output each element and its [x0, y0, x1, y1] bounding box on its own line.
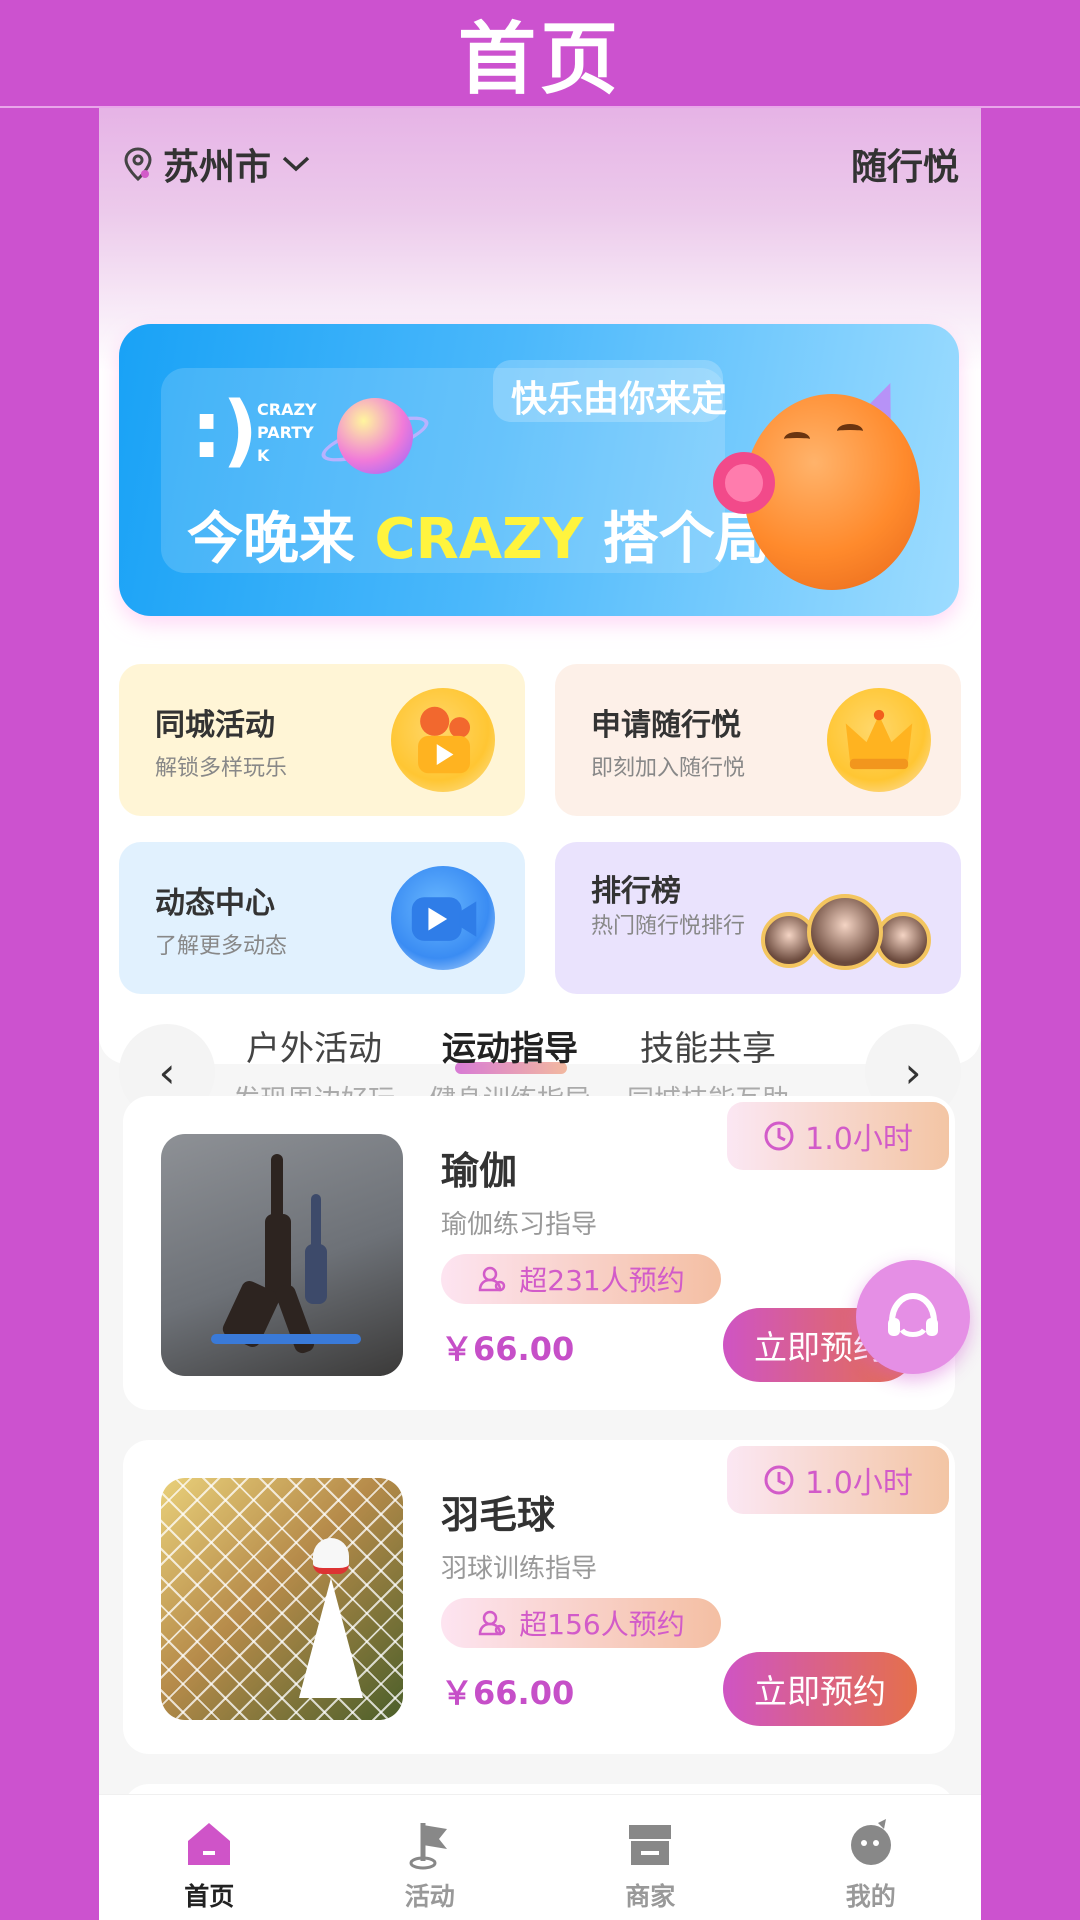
video-camera-icon	[391, 688, 495, 792]
book-now-button[interactable]: 立即预约	[723, 1652, 917, 1726]
item-price: ￥66.00	[441, 1674, 575, 1712]
city-selector[interactable]: 苏州市	[123, 138, 311, 190]
avatar	[875, 912, 931, 968]
chevron-down-icon	[282, 156, 310, 172]
profile-icon	[850, 1819, 891, 1865]
party-whistle-icon	[713, 452, 775, 514]
store-icon	[629, 1825, 672, 1865]
chevron-left-icon: ‹	[158, 1047, 176, 1097]
tab-profile[interactable]: 我的	[761, 1795, 982, 1920]
chevron-right-icon: ›	[904, 1047, 922, 1097]
item-title: 羽毛球	[441, 1493, 556, 1537]
list-item[interactable]: 1.0小时 瑜伽 瑜伽练习指导 超231人预约 ￥66.00 立即预约	[123, 1096, 955, 1410]
headset-icon	[888, 1292, 938, 1337]
bottom-tab-bar: 首页 活动 商家 我的	[99, 1794, 981, 1920]
user-icon	[479, 1610, 506, 1636]
card-apply-member[interactable]: 申请随行悦 即刻加入随行悦	[555, 664, 961, 816]
banner-small-text: CRAZY PARTY K	[257, 400, 317, 465]
item-subtitle: 瑜伽练习指导	[441, 1210, 598, 1240]
shuttlecock-icon	[313, 1538, 349, 1574]
duration-badge: 1.0小时	[727, 1446, 949, 1514]
tab-activities[interactable]: 活动	[320, 1795, 541, 1920]
booking-count-badge: 超156人预约	[441, 1598, 721, 1648]
smiley-icon: :)	[191, 386, 258, 476]
tab-merchants[interactable]: 商家	[540, 1795, 761, 1920]
card-local-activities[interactable]: 同城活动 解锁多样玩乐	[119, 664, 525, 816]
clock-icon	[764, 1465, 794, 1495]
item-title: 瑜伽	[441, 1149, 518, 1193]
city-name: 苏州市	[163, 147, 272, 188]
planet-icon	[337, 398, 413, 474]
top-bar: 苏州市 随行悦	[99, 108, 981, 212]
location-pin-icon	[124, 147, 152, 181]
booking-count-badge: 超231人预约	[441, 1254, 721, 1304]
page-header: 首页	[0, 0, 1080, 108]
top-section: 快乐由你来定 :) CRAZY PARTY K 今晚来 CRAZY 搭个局吧! …	[99, 212, 981, 1120]
item-subtitle: 羽球训练指导	[441, 1554, 598, 1584]
play-camera-icon	[391, 866, 495, 970]
crown-icon	[827, 688, 931, 792]
home-icon	[188, 1823, 231, 1865]
customer-service-button[interactable]	[856, 1260, 970, 1374]
ranking-avatars-icon	[761, 882, 931, 972]
tab-home[interactable]: 首页	[99, 1795, 320, 1920]
flag-icon	[409, 1823, 447, 1870]
promo-banner[interactable]: 快乐由你来定 :) CRAZY PARTY K 今晚来 CRAZY 搭个局吧!	[119, 324, 959, 616]
phone-screen: 快乐由你来定 :) CRAZY PARTY K 今晚来 CRAZY 搭个局吧! …	[99, 108, 981, 1920]
avatar	[807, 894, 883, 970]
yoga-photo	[161, 1134, 403, 1376]
list-item[interactable]: 1.0小时 羽毛球 羽球训练指导 超156人预约 ￥66.00 立即预约	[123, 1440, 955, 1754]
user-icon	[479, 1266, 506, 1292]
badminton-photo	[161, 1478, 403, 1720]
page-title: 首页	[457, 15, 622, 105]
duration-badge: 1.0小时	[727, 1102, 949, 1170]
banner-tagline: 快乐由你来定	[511, 379, 728, 420]
card-feed-center[interactable]: 动态中心 了解更多动态	[119, 842, 525, 994]
card-leaderboard[interactable]: 排行榜 热门随行悦排行	[555, 842, 961, 994]
item-price: ￥66.00	[441, 1330, 575, 1368]
brand-name: 随行悦	[850, 147, 959, 188]
clock-icon	[764, 1121, 794, 1151]
